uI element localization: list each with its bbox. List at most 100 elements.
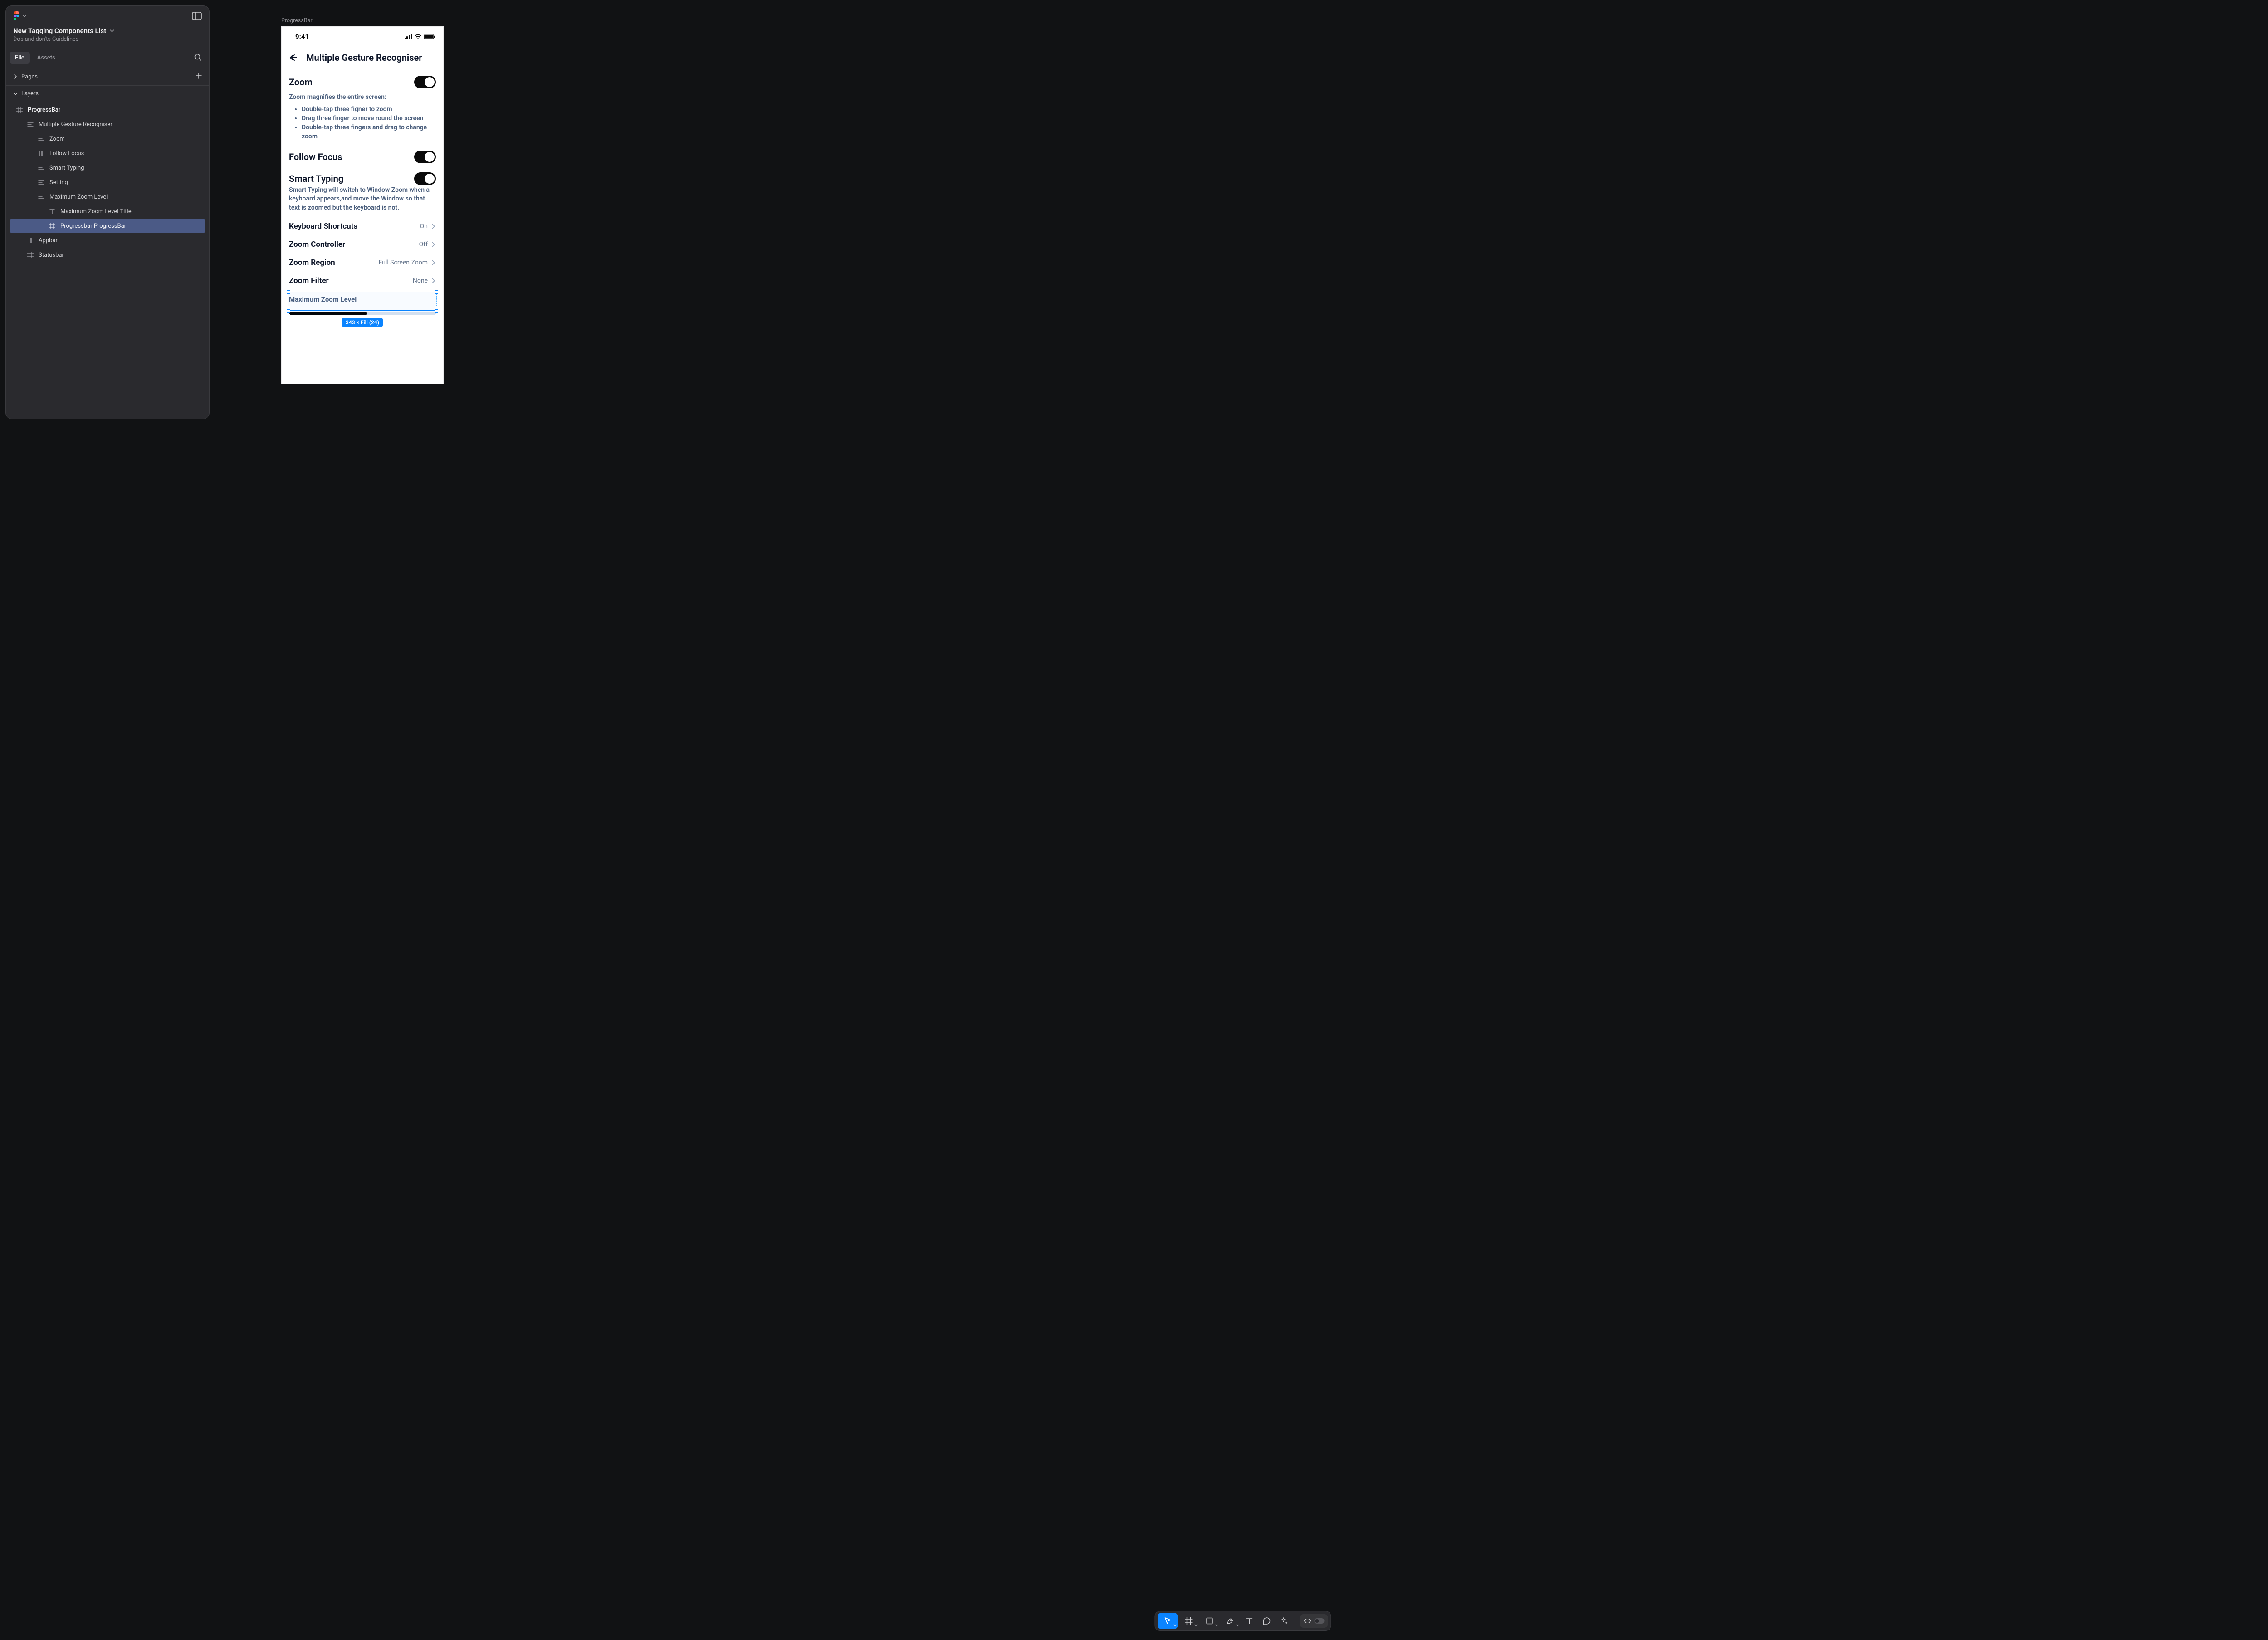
canvas[interactable]: ProgressBar 9:41 <box>218 0 2268 1640</box>
ai-tool-button[interactable] <box>1276 1613 1292 1629</box>
selection-wrapper: Maximum Zoom Level <box>289 290 436 314</box>
layer-row[interactable]: Multiple Gesture Recogniser <box>10 117 205 132</box>
mock-progressbar <box>289 303 436 314</box>
mock-smarttyping-desc: Smart Typing will switch to Window Zoom … <box>289 186 436 217</box>
tab-file[interactable]: File <box>10 52 30 64</box>
frame-icon <box>16 106 23 113</box>
frame-tool-button[interactable] <box>1179 1613 1199 1629</box>
search-icon <box>194 53 202 61</box>
progressbar-fill <box>289 312 367 315</box>
chevron-down-icon <box>13 92 18 96</box>
mock-bullet: Drag three finger to move round the scre… <box>302 114 436 123</box>
layer-name: ProgressBar <box>28 107 60 113</box>
document-subtitle: Do's and don'ts Guidelines <box>13 36 202 43</box>
progressbar-track <box>289 312 436 315</box>
layer-row[interactable]: Smart Typing <box>10 161 205 175</box>
mock-row-trail: Off <box>419 241 436 248</box>
mock-zoom-desc: Zoom magnifies the entire screen: <box>289 93 436 102</box>
left-panel: New Tagging Components List Do's and don… <box>5 5 210 419</box>
mock-list-row: Zoom Filter None <box>289 272 436 290</box>
shape-tool-button[interactable] <box>1200 1613 1220 1629</box>
text-tool-button[interactable] <box>1242 1613 1258 1629</box>
layer-name: Smart Typing <box>49 165 84 171</box>
mock-zoom-title: Zoom <box>289 77 313 88</box>
layer-name: Maximum Zoom Level <box>49 194 108 200</box>
mock-zoom-bullets: Double-tap three figner to zoomDrag thre… <box>289 102 436 146</box>
layer-row[interactable]: Follow Focus <box>10 146 205 161</box>
chevron-right-icon <box>431 241 436 248</box>
mock-row-trail: None <box>413 277 436 284</box>
mock-max-zoom-label: Maximum Zoom Level <box>289 290 436 303</box>
appbar-title: Multiple Gesture Recogniser <box>306 52 422 63</box>
chevron-down-icon <box>1215 1624 1219 1627</box>
pen-tool-button[interactable] <box>1221 1613 1241 1629</box>
layer-row[interactable]: Zoom <box>10 132 205 146</box>
layers-label: Layers <box>21 90 39 97</box>
status-time: 9:41 <box>295 33 309 41</box>
left-panel-header <box>6 6 209 24</box>
cursor-icon <box>1164 1617 1172 1625</box>
toggle-sidebar-button[interactable] <box>192 12 202 20</box>
mock-row-label: Zoom Filter <box>289 276 329 285</box>
mock-zoom-row: Zoom <box>289 71 436 93</box>
mock-smarttyping-row: Smart Typing <box>289 168 436 186</box>
dev-mode-toggle[interactable] <box>1300 1614 1328 1628</box>
mock-setting-rows: Keyboard Shortcuts On Zoom ControllerOff Zo… <box>289 217 436 290</box>
search-button[interactable] <box>194 53 202 63</box>
mock-list-row: Zoom ControllerOff <box>289 235 436 254</box>
chevron-right-icon <box>431 278 436 284</box>
comment-tool-button[interactable] <box>1259 1613 1275 1629</box>
toolbar <box>1155 1611 1331 1631</box>
layer-row[interactable]: ProgressBar <box>10 102 205 117</box>
chevron-right-icon <box>431 223 436 229</box>
mock-appbar: Multiple Gesture Recogniser <box>282 47 443 68</box>
mock-followfocus-row: Follow Focus <box>289 146 436 168</box>
layer-tree: ProgressBar Multiple Gesture Recogniser Zo… <box>6 102 209 419</box>
mock-list-row: Keyboard Shortcuts On <box>289 217 436 235</box>
layer-row[interactable]: Maximum Zoom Level Title <box>10 204 205 219</box>
layer-row[interactable]: Statusbar <box>10 248 205 262</box>
layer-row[interactable]: Appbar <box>10 233 205 248</box>
mock-smarttyping-title: Smart Typing <box>289 173 343 184</box>
frame-icon <box>27 251 34 259</box>
layer-name: Appbar <box>39 237 58 244</box>
wifi-icon <box>415 34 421 39</box>
layers-section-header[interactable]: Layers <box>6 86 209 102</box>
chevron-down-icon <box>1236 1624 1240 1627</box>
mock-row-label: Zoom Region <box>289 258 335 267</box>
rectangle-icon <box>1206 1617 1214 1625</box>
text-icon <box>1246 1617 1254 1625</box>
layer-row[interactable]: Setting <box>10 175 205 190</box>
mock-bullet: Double-tap three fingers and drag to cha… <box>302 123 436 142</box>
pen-icon <box>1227 1617 1235 1625</box>
layer-row[interactable]: Maximum Zoom Level <box>10 190 205 204</box>
document-info: New Tagging Components List Do's and don… <box>6 24 209 44</box>
mock-bullet: Double-tap three figner to zoom <box>302 105 436 114</box>
back-arrow-icon <box>289 53 298 62</box>
text-T-icon <box>49 208 56 215</box>
layer-name: Zoom <box>49 136 65 142</box>
panel-tabs: File Assets <box>10 52 61 64</box>
add-page-button[interactable] <box>196 73 202 81</box>
bars-v-icon <box>27 237 34 244</box>
frame-label[interactable]: ProgressBar <box>281 17 313 24</box>
mock-row-value: Off <box>419 241 428 248</box>
battery-icon <box>424 34 435 39</box>
mock-row-trail: On <box>420 223 436 230</box>
layer-name: Multiple Gesture Recogniser <box>39 121 112 128</box>
mock-followfocus-toggle <box>414 151 436 163</box>
layer-row[interactable]: Progressbar:ProgressBar <box>10 219 205 233</box>
mock-zoom-toggle <box>414 76 436 88</box>
chevron-right-icon <box>13 74 18 79</box>
chevron-down-icon <box>1173 1624 1177 1627</box>
mock-statusbar: 9:41 <box>282 27 443 47</box>
move-tool-button[interactable] <box>1158 1613 1178 1629</box>
chevron-down-icon <box>110 29 114 33</box>
mock-row-label: Keyboard Shortcuts <box>289 222 357 231</box>
tab-assets[interactable]: Assets <box>32 52 61 64</box>
pages-section-header[interactable]: Pages <box>6 68 209 86</box>
device-frame[interactable]: 9:41 Multiple <box>281 26 444 384</box>
figma-menu-button[interactable] <box>13 11 27 20</box>
app-root: New Tagging Components List Do's and don… <box>0 0 2268 1640</box>
document-title-button[interactable]: New Tagging Components List <box>13 27 202 35</box>
